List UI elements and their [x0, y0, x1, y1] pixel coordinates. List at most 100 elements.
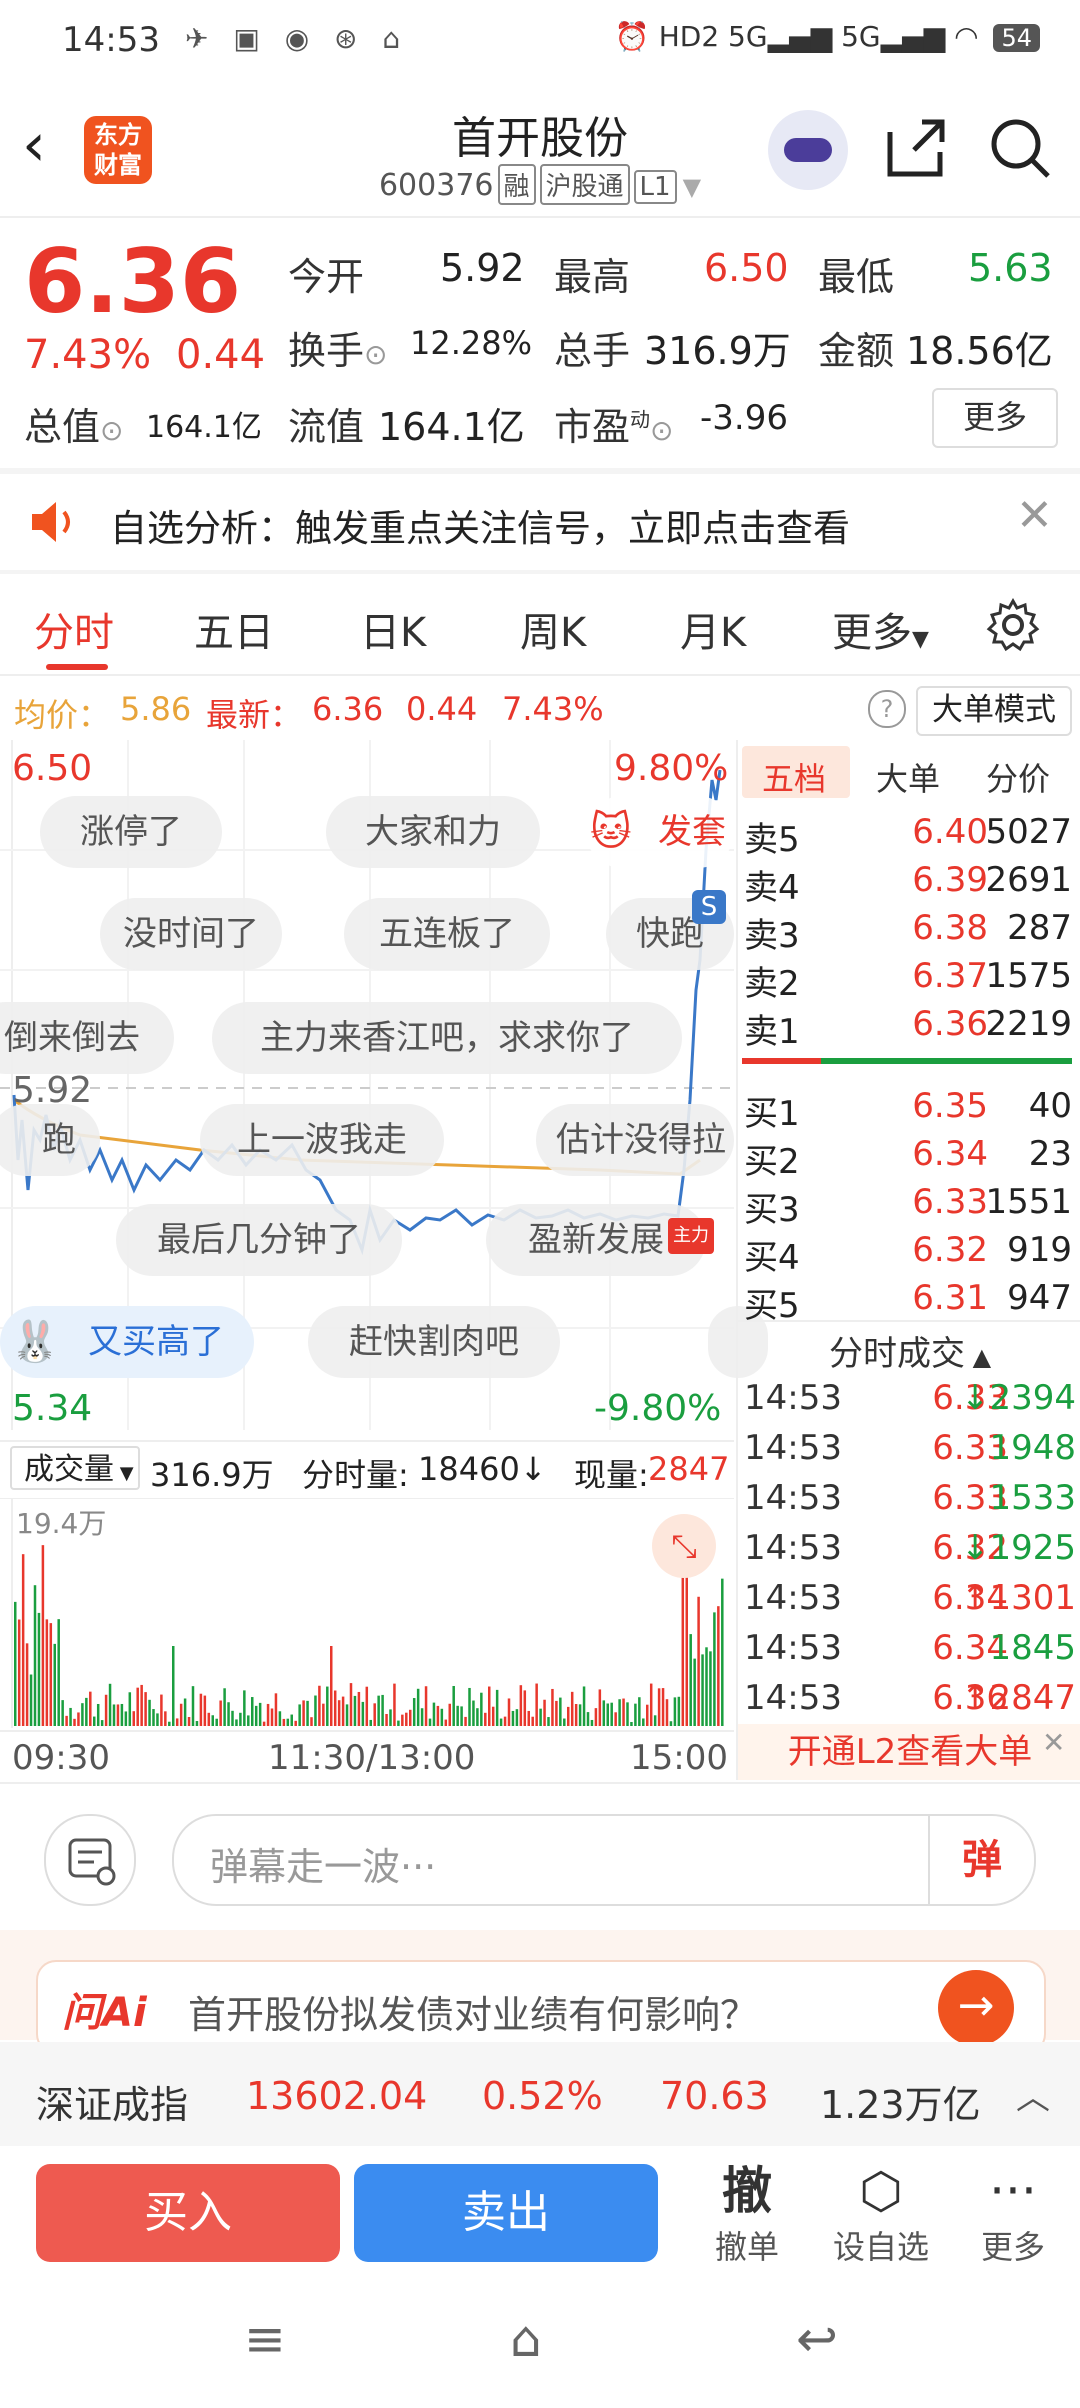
dropdown-icon: ▼ [912, 627, 929, 652]
danmaku-bubble[interactable]: 涨停了 [40, 796, 222, 868]
expand-icon[interactable]: ⤡ [652, 1514, 716, 1578]
volume-label: 成交量 [24, 1452, 114, 1487]
danmaku-input[interactable]: 弹幕走一波··· 弹 [172, 1814, 1036, 1906]
volume-bar [168, 1721, 171, 1726]
tab-five-levels[interactable]: 五档 [762, 754, 826, 800]
share-icon[interactable] [886, 116, 948, 178]
volume-bar [314, 1695, 317, 1726]
analysis-banner[interactable]: 自选分析：触发重点关注信号，立即点击查看 ✕ [0, 474, 1080, 570]
close-icon[interactable]: ✕ [1042, 1726, 1065, 1759]
danmaku-bubble[interactable]: 🐱 发套 [586, 796, 734, 868]
ai-question-card[interactable]: 问Ai 首开股份拟发债对业绩有何影响？ → [36, 1960, 1046, 2054]
danmaku-bubble[interactable]: 最后几分钟了 [116, 1204, 402, 1276]
volume-bar [721, 1578, 724, 1726]
volume-bar [179, 1703, 183, 1726]
volume-bar [128, 1692, 132, 1726]
danmaku-bubble[interactable]: 五连板了 [344, 898, 550, 970]
main-force-marker-icon[interactable]: 主力 [668, 1218, 714, 1254]
home-icon[interactable]: ⌂ [510, 2310, 542, 2368]
tab-monthly-k[interactable]: 月K [680, 600, 746, 658]
assistant-avatar-icon[interactable] [768, 110, 848, 190]
volume-bar [590, 1719, 594, 1726]
open-l2-button[interactable]: 开通L2查看大单 [738, 1724, 1080, 1780]
danmaku-settings-icon[interactable] [44, 1814, 136, 1906]
danmaku-bubble[interactable]: 估计没得拉 [536, 1104, 734, 1176]
period-volume: 18460↓ [418, 1450, 547, 1488]
danmaku-send-button[interactable]: 弹 [928, 1816, 1034, 1904]
volume-bar [215, 1718, 218, 1726]
info-icon[interactable]: ⊙ [100, 414, 123, 447]
tab-price-distribution[interactable]: 分价 [986, 754, 1050, 800]
volume-bar [164, 1711, 167, 1726]
intraday-chart[interactable]: 6.50 9.80% 5.92 5.34 -9.80% 涨停了 大家和力 🐱 发套… [0, 740, 768, 1430]
back-icon[interactable]: ↩ [796, 2310, 838, 2368]
arrow-right-icon[interactable]: → [938, 1970, 1014, 2046]
danmaku-bubble[interactable]: 主力来香江吧，求求你了 [212, 1002, 682, 1074]
more-actions-button[interactable]: ··· 更多 [958, 2160, 1068, 2268]
volume-bar [247, 1715, 250, 1726]
trade-time: 14:53 [744, 1628, 842, 1668]
ask-label: 卖4 [744, 868, 800, 908]
chevron-up-icon[interactable]: ︿ [1016, 2070, 1050, 2119]
menu-icon[interactable]: ≡ [244, 2310, 286, 2368]
danmaku-bubble[interactable]: 上一波我走 [200, 1104, 444, 1176]
danmaku-bubble[interactable]: 🐰 又买高了 [0, 1306, 254, 1378]
danmaku-bubble[interactable]: 大家和力 [326, 796, 540, 868]
volume-bar [436, 1705, 440, 1726]
info-icon[interactable]: ⊙ [364, 338, 387, 371]
active-tab-indicator [46, 664, 108, 670]
sell-marker-icon[interactable]: S [692, 890, 726, 924]
big-order-mode-button[interactable]: 大单模式 [916, 686, 1072, 736]
tab-daily-k[interactable]: 日K [360, 600, 426, 658]
volume-bar [567, 1706, 570, 1726]
connect-tag: 沪股通 [539, 164, 630, 205]
open-label: 今开 [288, 255, 365, 299]
change-percent: 7.43% [24, 332, 152, 378]
info-icon[interactable]: ⊙ [650, 414, 673, 447]
more-stats-button[interactable]: 更多 [932, 388, 1058, 448]
danmaku-bubble[interactable]: 赶快割肉吧 [308, 1306, 560, 1378]
buy-button[interactable]: 买入 [36, 2164, 340, 2262]
volume-bar [333, 1690, 337, 1726]
avg-value: 5.86 [120, 690, 192, 728]
danmaku-bubble[interactable]: 跑 [0, 1104, 100, 1176]
trades-header[interactable]: 分时成交 ▲ [738, 1326, 1080, 1375]
volume-label: 总手 [554, 329, 631, 373]
bubble-text: 又买高了 [88, 1322, 224, 1362]
gear-icon[interactable] [986, 598, 1040, 652]
volume-max: 19.4万 [16, 1507, 107, 1540]
search-icon[interactable] [988, 116, 1052, 180]
pe-label-text: 市盈 [554, 405, 631, 449]
volume-bar [503, 1716, 507, 1726]
tab-five-day[interactable]: 五日 [194, 600, 274, 658]
volume-bar [657, 1688, 661, 1726]
index-ticker[interactable]: 深证成指 13602.04 0.52% 70.63 1.23万亿 ︿ [0, 2042, 1080, 2146]
volume-bar [310, 1717, 313, 1726]
volume-bar [187, 1716, 191, 1726]
tab-weekly-k[interactable]: 周K [520, 600, 586, 658]
volume-indicator-select[interactable]: 成交量 ▼ [10, 1446, 140, 1490]
tab-intraday[interactable]: 分时 [34, 600, 114, 658]
close-icon[interactable]: ✕ [1016, 490, 1053, 541]
volume-bar [21, 1554, 25, 1726]
sell-button[interactable]: 卖出 [354, 2164, 658, 2262]
volume-chart[interactable]: 19.4万 ⤡ [0, 1498, 734, 1728]
volume-bar [535, 1683, 538, 1726]
danmaku-bubble[interactable]: 倒来倒去 [0, 1002, 174, 1074]
volume-bar [713, 1612, 716, 1726]
volume-bar [646, 1704, 649, 1726]
tab-more[interactable]: 更多▼ [832, 600, 929, 658]
signal-bars-icon-2: ▂▄▆ [880, 20, 946, 53]
volume-bar [85, 1697, 88, 1726]
volume-bar [634, 1703, 637, 1726]
ask-row: 卖5 6.40 5027 [738, 808, 1078, 860]
help-icon[interactable]: ? [868, 690, 906, 728]
add-watchlist-button[interactable]: ⬡ 设自选 [826, 2160, 936, 2268]
danmaku-settings-svg [68, 1838, 116, 1886]
tab-big-orders[interactable]: 大单 [876, 754, 940, 800]
down-arrow-icon: ↓ [960, 1378, 990, 1418]
high-label: 最高 [554, 255, 631, 299]
danmaku-bubble[interactable]: 没时间了 [100, 898, 282, 970]
volume-bar [116, 1704, 120, 1726]
cancel-order-button[interactable]: 撤 撤单 [692, 2160, 802, 2268]
